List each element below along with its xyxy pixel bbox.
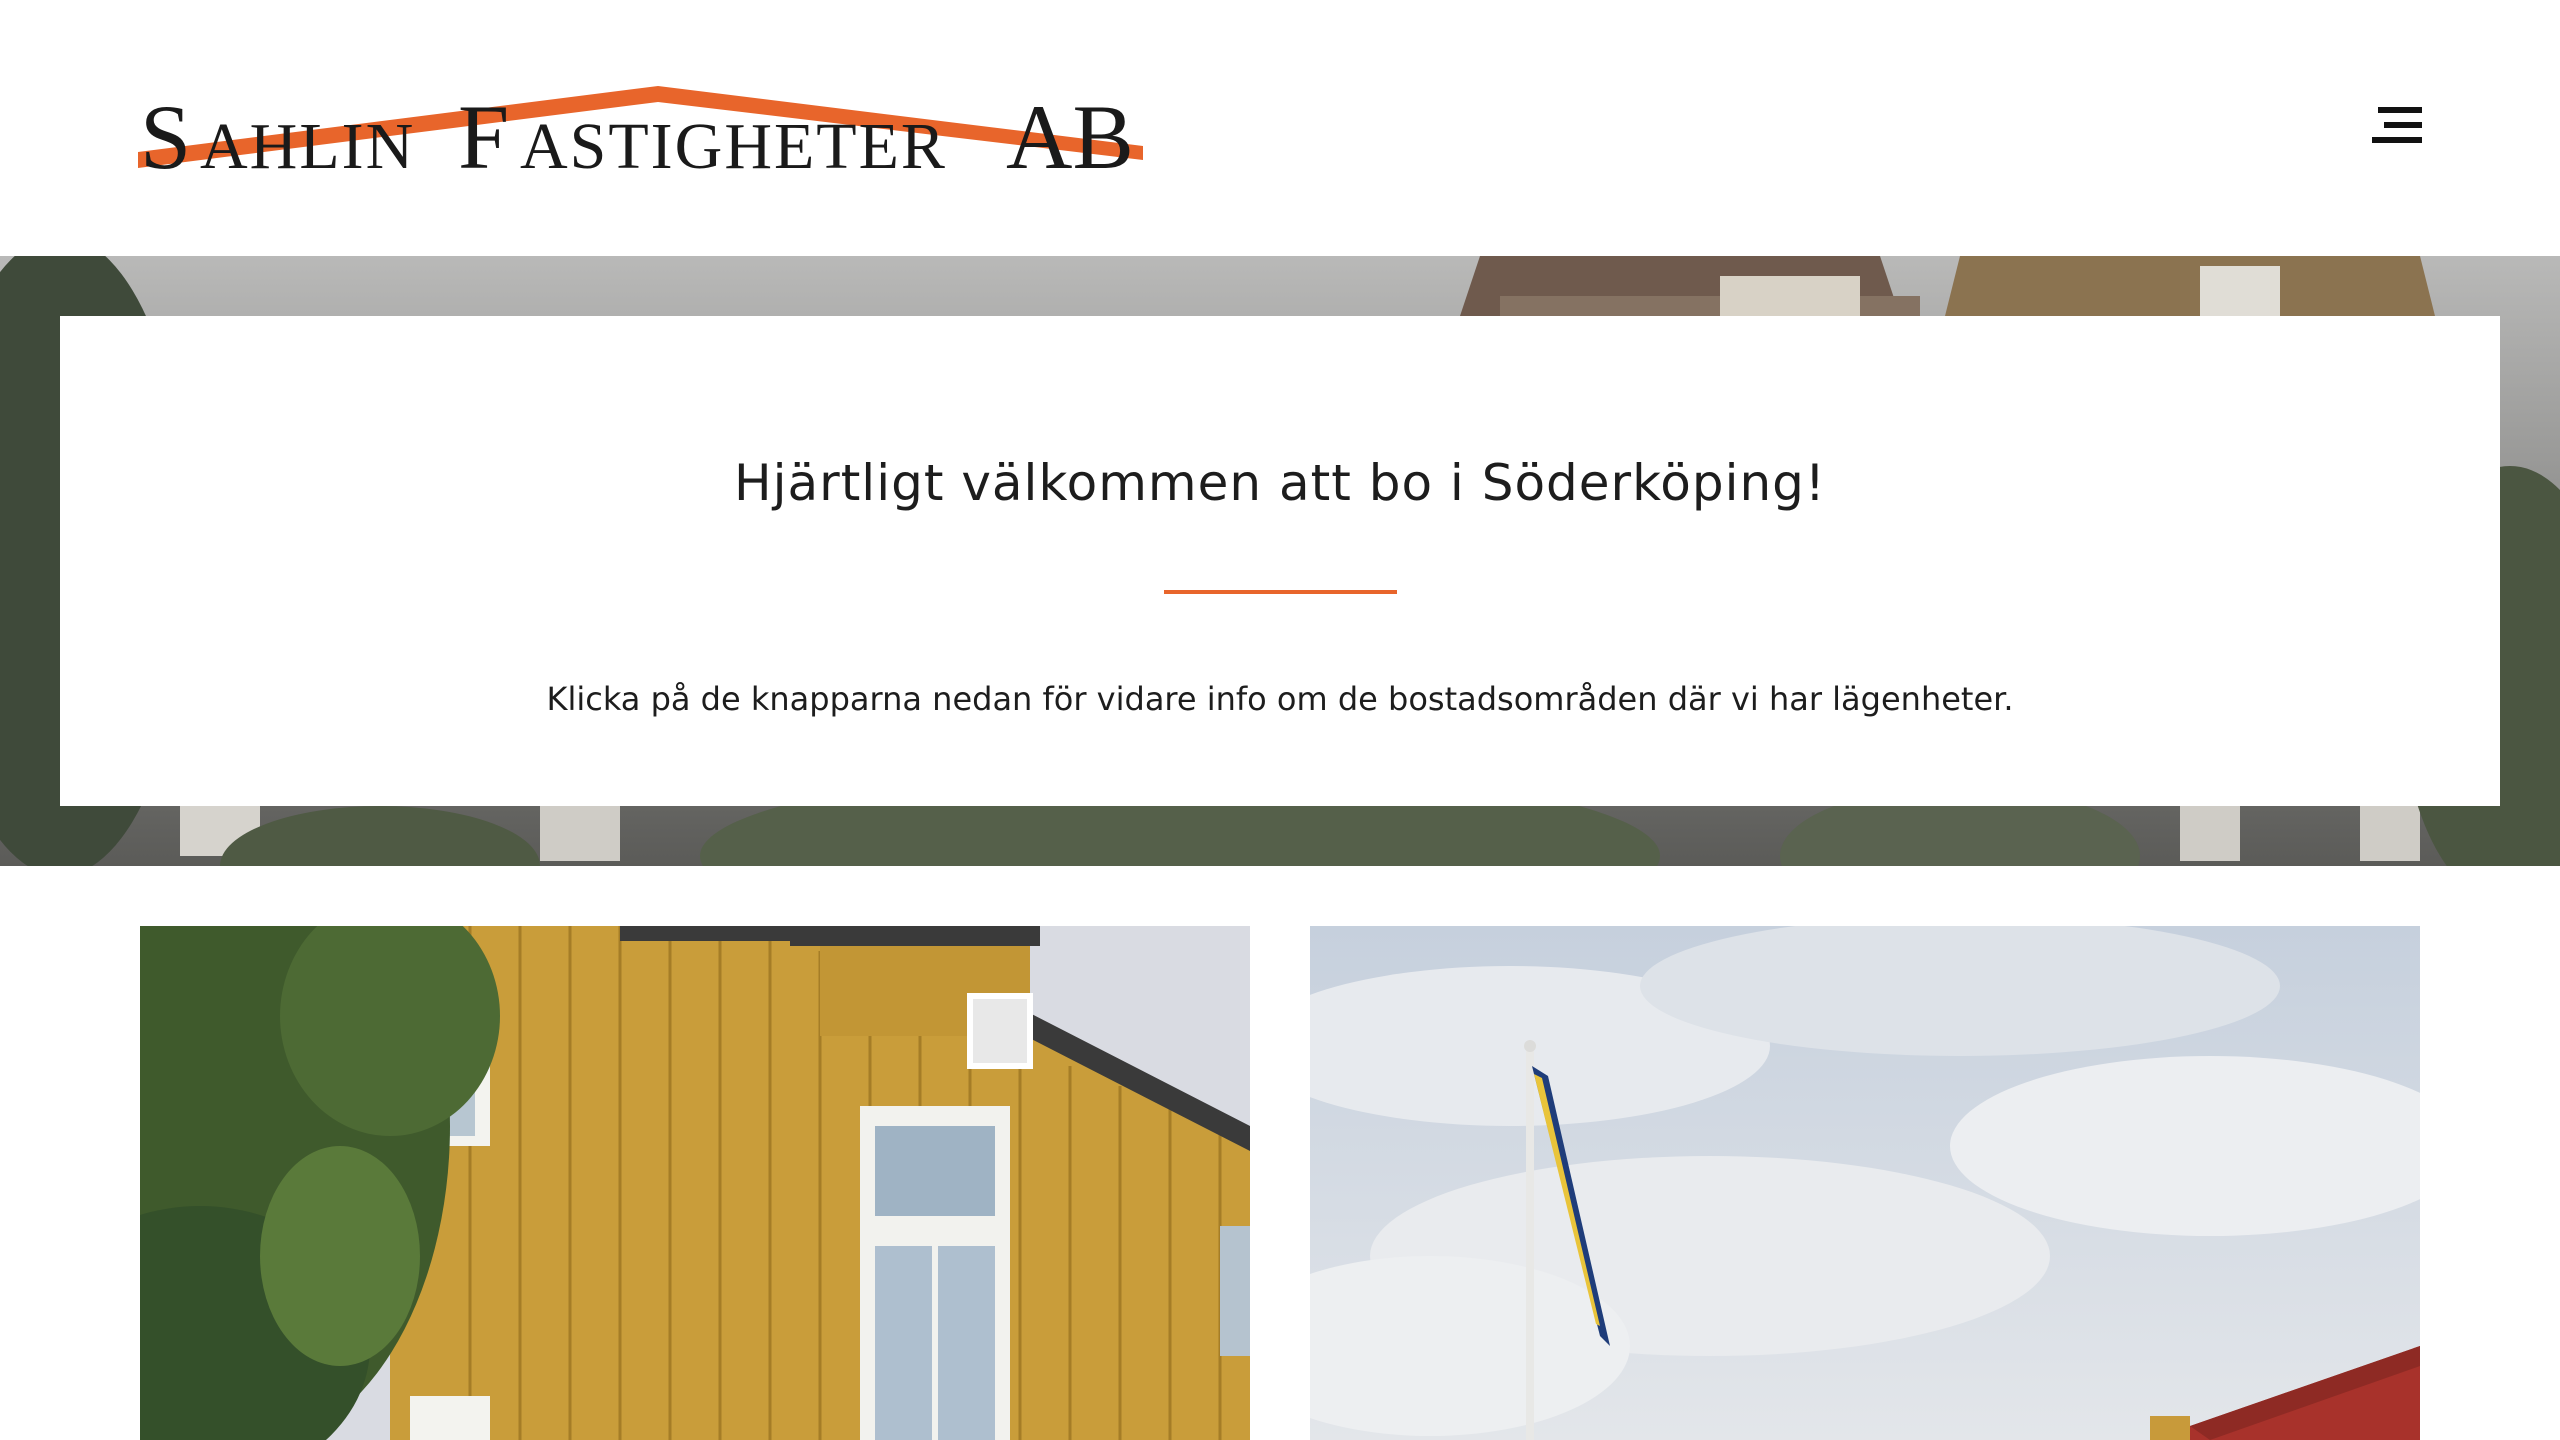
hero-text: Klicka på de knapparna nedan för vidare …	[546, 680, 2014, 718]
site-header: S AHLIN F ASTIGHETER AB	[0, 0, 2560, 256]
hero-section: Hjärtligt välkommen att bo i Söderköping…	[0, 256, 2560, 866]
svg-text:S: S	[140, 86, 192, 176]
menu-line	[2384, 122, 2422, 128]
hero-title: Hjärtligt välkommen att bo i Söderköping…	[734, 454, 1826, 512]
hero-divider	[1164, 590, 1397, 594]
yellow-house-image	[140, 926, 1250, 1440]
property-card-yellow-house[interactable]	[140, 926, 1250, 1440]
hero-card: Hjärtligt välkommen att bo i Söderköping…	[60, 316, 2500, 806]
property-card-flag-view[interactable]	[1310, 926, 2420, 1440]
svg-text:F: F	[458, 86, 509, 176]
svg-text:AHLIN: AHLIN	[200, 110, 415, 176]
company-logo-image: S AHLIN F ASTIGHETER AB	[138, 86, 1143, 176]
menu-line	[2372, 137, 2422, 143]
flagpole-view-image	[1310, 926, 2420, 1440]
company-logo[interactable]: S AHLIN F ASTIGHETER AB	[138, 76, 1143, 176]
menu-line	[2378, 107, 2422, 113]
svg-text:ASTIGHETER: ASTIGHETER	[520, 110, 947, 176]
svg-text:AB: AB	[1006, 86, 1134, 176]
hamburger-menu-icon[interactable]	[2362, 100, 2422, 150]
